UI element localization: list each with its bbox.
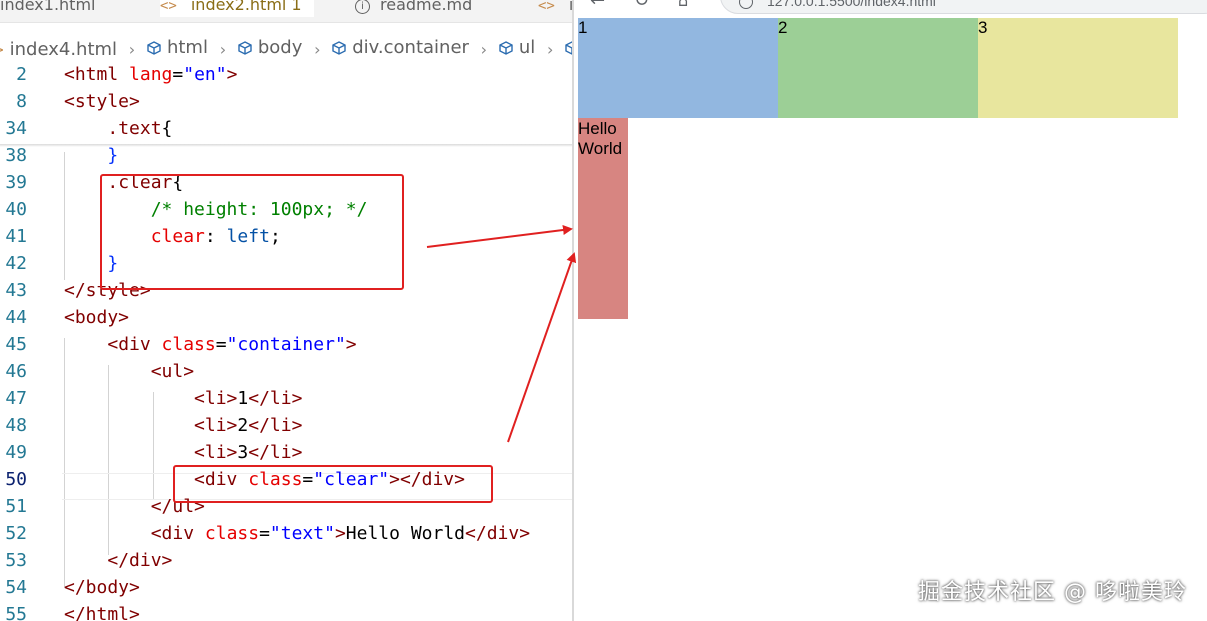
line-number: 53 xyxy=(5,550,27,571)
breadcrumb-div-container[interactable]: div.container xyxy=(332,35,469,61)
chevron-right-icon: › xyxy=(480,40,488,59)
code-line[interactable]: 45 <div class="container"> xyxy=(0,331,572,358)
line-number: 8 xyxy=(16,91,27,112)
line-number: 45 xyxy=(5,334,27,355)
cube-icon xyxy=(499,41,513,55)
line-number: 50 xyxy=(5,469,27,490)
cube-icon xyxy=(332,41,346,55)
line-number: 39 xyxy=(5,172,27,193)
browser-toolbar: ← ↻ ⌂ 127.0.0.1:5500/index4.html xyxy=(574,0,1207,16)
watermark: 掘金技术社区 @ 哆啦美玲 xyxy=(918,580,1187,605)
code-line[interactable]: 44 <body> xyxy=(0,304,572,331)
float-box-1: 1 xyxy=(578,18,778,118)
code-text: </body> xyxy=(64,577,140,598)
float-box-3: 3 xyxy=(978,18,1178,118)
home-icon[interactable]: ⌂ xyxy=(678,0,688,10)
line-number: 49 xyxy=(5,442,27,463)
breadcrumb-div[interactable]: d xyxy=(565,35,572,61)
code-text: <ul> xyxy=(150,361,195,382)
cube-icon xyxy=(565,41,572,55)
code-editor[interactable]: index1.html <> index2.html 1 i readme.md <… xyxy=(0,0,572,621)
line-number: 51 xyxy=(5,496,27,517)
line-number: 2 xyxy=(16,64,27,85)
code-line[interactable]: 38 } xyxy=(0,142,572,169)
code-line[interactable]: 2 <html lang="en"> xyxy=(0,61,572,88)
tab-index2[interactable]: <> index2.html 1 xyxy=(160,0,314,17)
line-number: 34 xyxy=(5,118,27,139)
code-line[interactable]: 55 </html> xyxy=(0,601,572,621)
line-number: 44 xyxy=(5,307,27,328)
code-text: <li>1</li> xyxy=(194,388,303,409)
code-line[interactable]: 52 <div class="text">Hello World</div> xyxy=(0,520,572,547)
code-line[interactable]: 54 </body> xyxy=(0,574,572,601)
code-line[interactable]: 34 .text{ xyxy=(0,115,572,142)
code-text: </div> xyxy=(107,550,173,571)
cube-icon xyxy=(147,41,161,55)
line-number: 42 xyxy=(5,253,27,274)
line-number: 43 xyxy=(5,280,27,301)
html-file-icon: <> xyxy=(160,0,177,14)
code-text: <div class="container"> xyxy=(107,334,357,355)
code-text: <li>3</li> xyxy=(194,442,303,463)
tab-overflow[interactable]: <>in xyxy=(538,0,572,17)
line-number: 47 xyxy=(5,388,27,409)
code-text: .text{ xyxy=(107,118,173,139)
tab-readme[interactable]: i readme.md xyxy=(355,0,472,17)
chevron-right-icon: › xyxy=(128,40,136,59)
tab-label: index1.html xyxy=(0,0,96,14)
html-file-icon: > xyxy=(0,37,4,63)
line-number: 48 xyxy=(5,415,27,436)
line-number: 38 xyxy=(5,145,27,166)
highlight-box-clear-div xyxy=(173,465,493,503)
tab-label: index2.html 1 xyxy=(190,0,302,14)
code-line[interactable]: 48 <li>2</li> xyxy=(0,412,572,439)
breadcrumb-file[interactable]: > index4.html xyxy=(0,37,117,63)
code-line[interactable]: 47 <li>1</li> xyxy=(0,385,572,412)
info-icon: i xyxy=(355,0,370,14)
code-text: <body> xyxy=(64,307,130,328)
code-line[interactable]: 46 <ul> xyxy=(0,358,572,385)
back-icon[interactable]: ← xyxy=(590,0,605,11)
chevron-right-icon: › xyxy=(219,40,227,59)
float-box-2: 2 xyxy=(778,18,978,118)
breadcrumb-body[interactable]: body xyxy=(238,35,302,61)
editor-tab-bar: index1.html <> index2.html 1 i readme.md <… xyxy=(0,0,572,23)
browser-preview: ← ↻ ⌂ 127.0.0.1:5500/index4.html 1 2 3 H… xyxy=(572,0,1207,621)
line-number: 55 xyxy=(5,604,27,621)
chevron-right-icon: › xyxy=(546,40,554,59)
code-text: <html lang="en"> xyxy=(64,64,238,85)
site-info-icon xyxy=(739,0,753,9)
line-number: 52 xyxy=(5,523,27,544)
html-file-icon: <> xyxy=(538,0,555,14)
cube-icon xyxy=(238,41,252,55)
address-text: 127.0.0.1:5500/index4.html xyxy=(767,0,936,9)
reload-icon[interactable]: ↻ xyxy=(634,0,649,11)
code-text: </html> xyxy=(64,604,140,621)
line-number: 41 xyxy=(5,226,27,247)
line-number: 40 xyxy=(5,199,27,220)
hello-world-box: Hello World xyxy=(578,118,628,319)
tab-index1[interactable]: index1.html xyxy=(0,0,95,17)
code-line[interactable]: 8 <style> xyxy=(0,88,572,115)
code-line[interactable]: 53 </div> xyxy=(0,547,572,574)
line-number: 46 xyxy=(5,361,27,382)
code-text: } xyxy=(107,145,119,166)
chevron-right-icon: › xyxy=(314,40,321,59)
code-text: <style> xyxy=(64,91,140,112)
breadcrumb-ul[interactable]: ul xyxy=(499,35,535,61)
code-line[interactable]: 49 <li>3</li> xyxy=(0,439,572,466)
address-bar[interactable]: 127.0.0.1:5500/index4.html xyxy=(720,0,1207,14)
highlight-box-clear-rule xyxy=(100,174,404,290)
breadcrumb-html[interactable]: html xyxy=(147,35,208,61)
tab-label: readme.md xyxy=(380,0,473,14)
code-text: <li>2</li> xyxy=(194,415,303,436)
line-number: 54 xyxy=(5,577,27,598)
breadcrumb: > index4.html › html › body › div.contai… xyxy=(0,35,572,61)
code-text: <div class="text">Hello World</div> xyxy=(150,523,531,544)
